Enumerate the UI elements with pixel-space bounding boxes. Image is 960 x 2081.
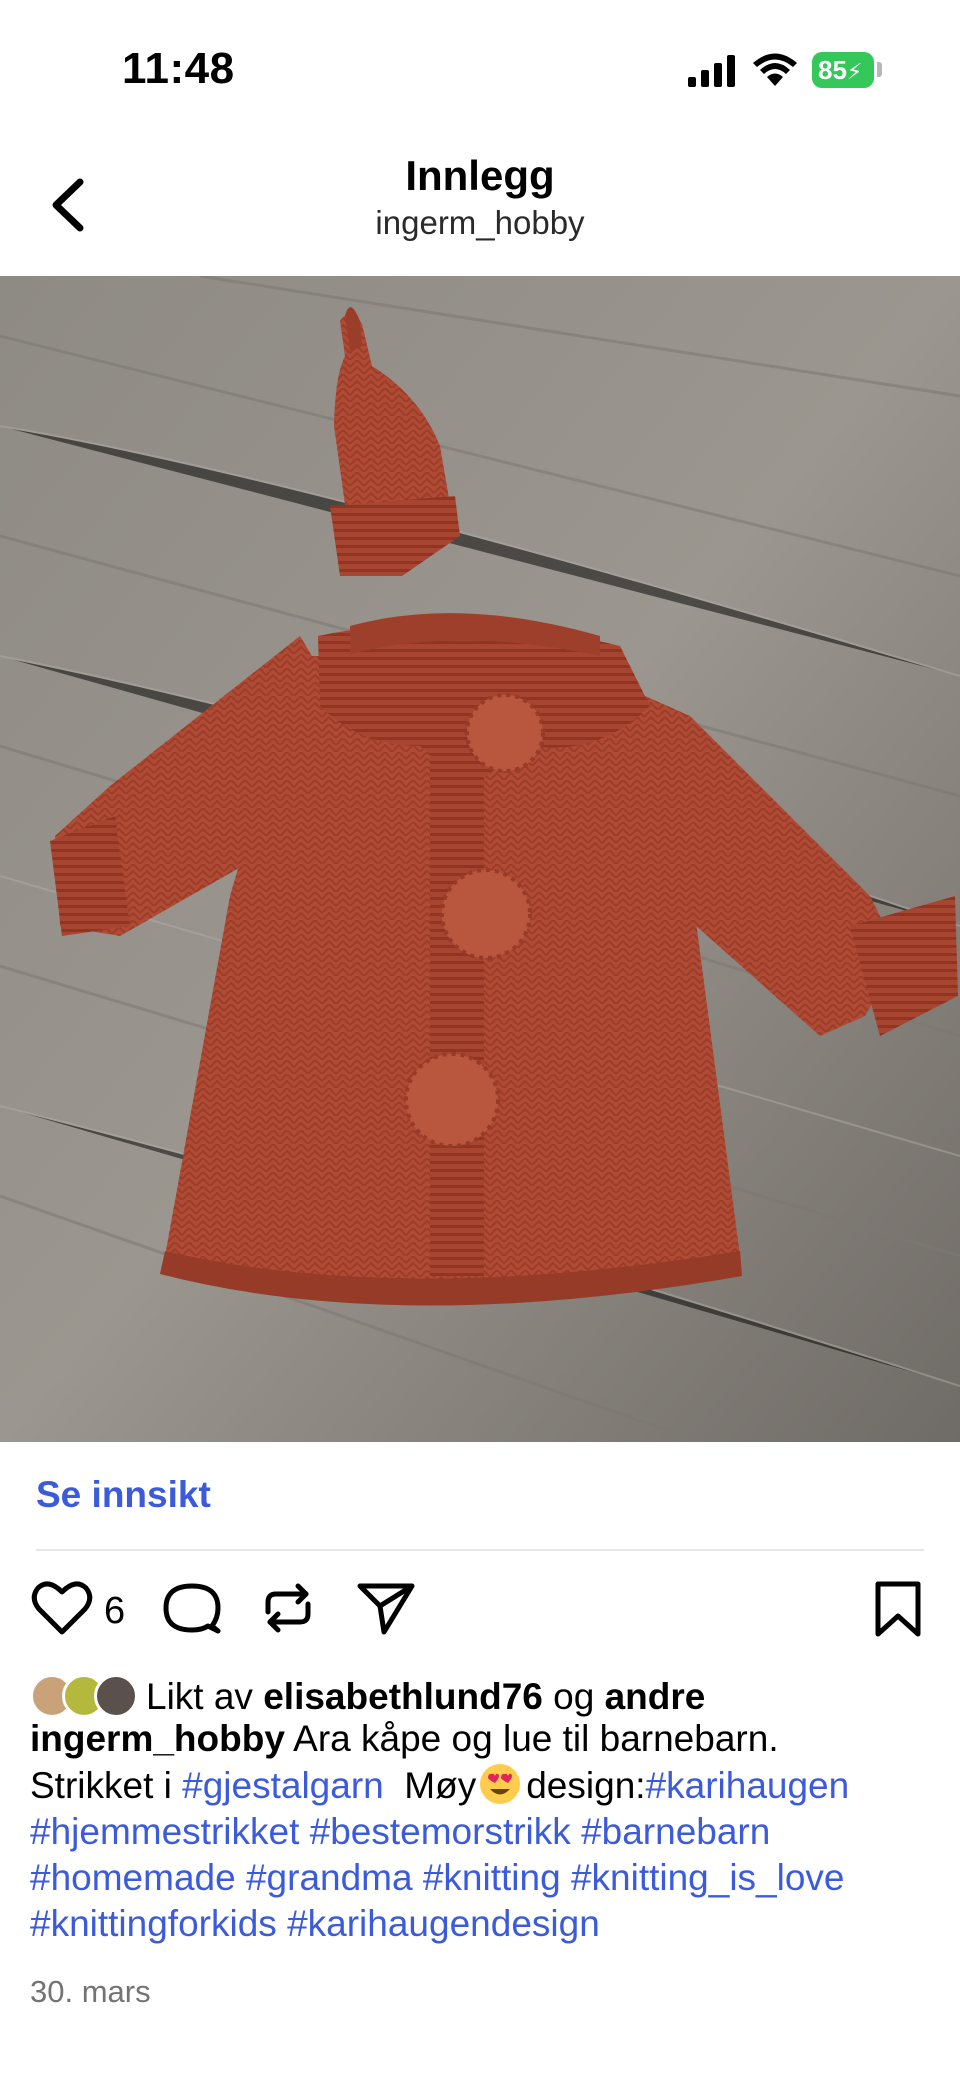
like-button[interactable] bbox=[30, 1576, 94, 1645]
caption-line: ingerm_hobby Ara kåpe og lue til barneba… bbox=[30, 1716, 940, 1762]
page-title: Innlegg bbox=[405, 152, 555, 199]
hashtag[interactable]: #homemade bbox=[30, 1857, 236, 1898]
repost-icon bbox=[265, 1583, 311, 1633]
hashtag[interactable]: #hjemmestrikket bbox=[30, 1811, 299, 1852]
signal-icon bbox=[688, 55, 735, 87]
status-time: 11:48 bbox=[122, 44, 235, 93]
action-bar: 6 bbox=[0, 1576, 960, 1646]
likes-others[interactable]: andre bbox=[605, 1676, 706, 1717]
heart-icon bbox=[31, 1581, 93, 1635]
likes-prefix: Likt av bbox=[146, 1676, 253, 1717]
caption-line: #homemade #grandma #knitting #knitting_i… bbox=[30, 1855, 940, 1901]
caption-username[interactable]: ingerm_hobby bbox=[30, 1718, 285, 1759]
likes-joiner: og bbox=[553, 1676, 595, 1717]
hashtag[interactable]: #knitting_is_love bbox=[571, 1857, 845, 1898]
share-button[interactable] bbox=[354, 1576, 418, 1645]
hashtag[interactable]: #bestemorstrikk bbox=[310, 1811, 571, 1852]
hashtag[interactable]: #barnebarn bbox=[581, 1811, 770, 1852]
hashtag[interactable]: #gjestalgarn bbox=[182, 1765, 384, 1806]
caption-text: Møy bbox=[404, 1765, 477, 1806]
hashtag[interactable]: #knitting bbox=[423, 1857, 561, 1898]
liker-username[interactable]: elisabethlund76 bbox=[263, 1676, 543, 1717]
caption-line: #hjemmestrikket #bestemorstrikk #barneba… bbox=[30, 1809, 940, 1855]
battery-bolt-icon: ⚡ bbox=[846, 59, 863, 84]
post-caption: ingerm_hobby Ara kåpe og lue til barneba… bbox=[30, 1716, 940, 1947]
post-date: 30. mars bbox=[30, 1974, 151, 2009]
caption-text: Strikket i bbox=[30, 1765, 172, 1806]
caption-line: Strikket i #gjestalgarn Møy design:#kari… bbox=[30, 1762, 940, 1809]
hashtag[interactable]: #karihaugendesign bbox=[287, 1903, 600, 1944]
battery-icon: 85⚡ bbox=[812, 52, 874, 88]
status-bar: 11:48 85⚡ bbox=[0, 0, 960, 140]
bookmark-icon bbox=[875, 1581, 921, 1637]
post-header: Innlegg ingerm_hobby bbox=[0, 140, 960, 276]
hashtag[interactable]: #karihaugen bbox=[646, 1765, 850, 1806]
battery-level: 85 bbox=[818, 55, 847, 85]
hashtag[interactable]: #grandma bbox=[246, 1857, 413, 1898]
like-count[interactable]: 6 bbox=[104, 1590, 125, 1633]
comment-button[interactable] bbox=[160, 1576, 224, 1645]
wifi-icon bbox=[753, 53, 797, 86]
knitted-coat-photo bbox=[0, 276, 960, 1442]
divider bbox=[36, 1549, 924, 1551]
battery-cap bbox=[877, 62, 882, 77]
insights-link[interactable]: Se innsikt bbox=[36, 1474, 211, 1516]
caption-line: #knittingforkids #karihaugendesign bbox=[30, 1901, 940, 1947]
repost-button[interactable] bbox=[256, 1576, 320, 1645]
page-subtitle-username[interactable]: ingerm_hobby bbox=[0, 204, 960, 242]
send-icon bbox=[357, 1583, 415, 1635]
avatar bbox=[94, 1674, 138, 1718]
save-button[interactable] bbox=[866, 1576, 930, 1645]
likes-text: Likt av elisabethlund76 og andre bbox=[146, 1676, 705, 1718]
caption-text: design: bbox=[526, 1765, 646, 1806]
hashtag[interactable]: #knittingforkids bbox=[30, 1903, 277, 1944]
post-image[interactable] bbox=[0, 276, 960, 1442]
heart-eyes-emoji-icon bbox=[480, 1764, 521, 1804]
caption-text: Ara kåpe og lue til barnebarn. bbox=[293, 1718, 779, 1759]
comment-icon bbox=[163, 1583, 221, 1634]
